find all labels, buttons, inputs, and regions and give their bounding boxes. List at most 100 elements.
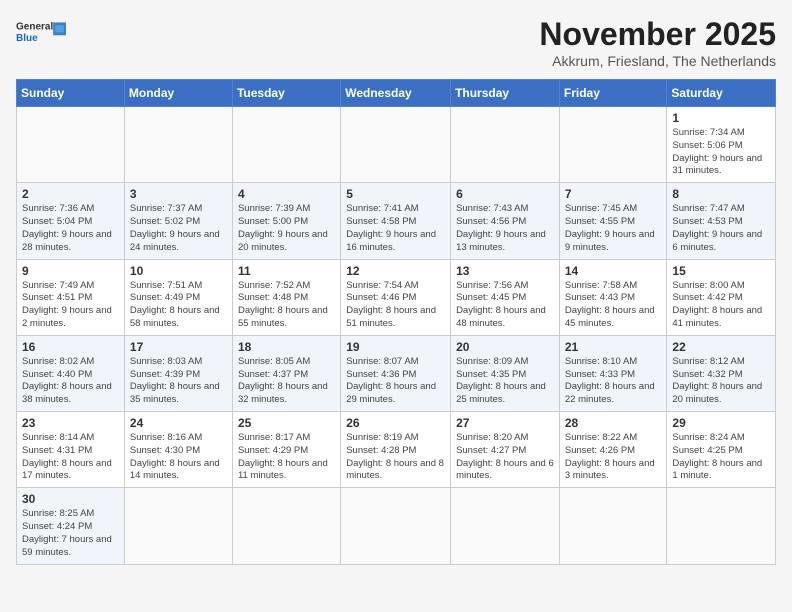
calendar-cell xyxy=(124,107,232,183)
calendar-cell: 25Sunrise: 8:17 AM Sunset: 4:29 PM Dayli… xyxy=(232,412,340,488)
day-info: Sunrise: 8:16 AM Sunset: 4:30 PM Dayligh… xyxy=(130,432,227,483)
day-info: Sunrise: 8:12 AM Sunset: 4:32 PM Dayligh… xyxy=(672,356,770,407)
day-info: Sunrise: 7:51 AM Sunset: 4:49 PM Dayligh… xyxy=(130,280,227,331)
calendar-cell xyxy=(451,107,560,183)
day-info: Sunrise: 8:22 AM Sunset: 4:26 PM Dayligh… xyxy=(565,432,662,483)
day-info: Sunrise: 7:54 AM Sunset: 4:46 PM Dayligh… xyxy=(346,280,445,331)
calendar-cell: 5 Sunrise: 7:41 AM Sunset: 4:58 PM Daylig… xyxy=(341,183,451,259)
day-info: Sunrise: 7:34 AM Sunset: 5:06 PM Dayligh… xyxy=(672,127,770,178)
day-info: Sunrise: 8:19 AM Sunset: 4:28 PM Dayligh… xyxy=(346,432,445,483)
weekday-header-saturday: Saturday xyxy=(667,80,776,107)
calendar-cell: 9Sunrise: 7:49 AM Sunset: 4:51 PM Daylig… xyxy=(17,259,125,335)
calendar-cell xyxy=(232,488,340,564)
calendar-cell xyxy=(451,488,560,564)
weekday-header-monday: Monday xyxy=(124,80,232,107)
calendar-cell: 29 Sunrise: 8:24 AM Sunset: 4:25 PM Dayli… xyxy=(667,412,776,488)
calendar-cell: 6 Sunrise: 7:43 AM Sunset: 4:56 PM Daylig… xyxy=(451,183,560,259)
calendar-cell: 20Sunrise: 8:09 AM Sunset: 4:35 PM Dayli… xyxy=(451,335,560,411)
calendar-week-row: 30 Sunrise: 8:25 AM Sunset: 4:24 PM Dayli… xyxy=(17,488,776,564)
day-info: Sunrise: 7:43 AM Sunset: 4:56 PM Dayligh… xyxy=(456,203,554,254)
day-number: 15 xyxy=(672,264,770,278)
calendar-cell: 14Sunrise: 7:58 AM Sunset: 4:43 PM Dayli… xyxy=(559,259,667,335)
day-number: 30 xyxy=(22,492,119,506)
day-info: Sunrise: 8:10 AM Sunset: 4:33 PM Dayligh… xyxy=(565,356,662,407)
svg-text:Blue: Blue xyxy=(16,33,38,44)
calendar-week-row: 1Sunrise: 7:34 AM Sunset: 5:06 PM Daylig… xyxy=(17,107,776,183)
calendar-cell: 21Sunrise: 8:10 AM Sunset: 4:33 PM Dayli… xyxy=(559,335,667,411)
calendar-cell xyxy=(559,488,667,564)
day-number: 28 xyxy=(565,416,662,430)
calendar-cell xyxy=(17,107,125,183)
day-info: Sunrise: 8:24 AM Sunset: 4:25 PM Dayligh… xyxy=(672,432,770,483)
day-number: 13 xyxy=(456,264,554,278)
day-number: 5 xyxy=(346,187,445,201)
calendar-cell: 1Sunrise: 7:34 AM Sunset: 5:06 PM Daylig… xyxy=(667,107,776,183)
day-info: Sunrise: 8:25 AM Sunset: 4:24 PM Dayligh… xyxy=(22,508,119,559)
calendar-cell: 7 Sunrise: 7:45 AM Sunset: 4:55 PM Daylig… xyxy=(559,183,667,259)
weekday-header-friday: Friday xyxy=(559,80,667,107)
calendar-cell: 18 Sunrise: 8:05 AM Sunset: 4:37 PM Dayli… xyxy=(232,335,340,411)
calendar-cell: 15 Sunrise: 8:00 AM Sunset: 4:42 PM Dayli… xyxy=(667,259,776,335)
calendar-cell: 16Sunrise: 8:02 AM Sunset: 4:40 PM Dayli… xyxy=(17,335,125,411)
calendar-cell xyxy=(124,488,232,564)
weekday-header-thursday: Thursday xyxy=(451,80,560,107)
day-info: Sunrise: 8:02 AM Sunset: 4:40 PM Dayligh… xyxy=(22,356,119,407)
day-number: 29 xyxy=(672,416,770,430)
calendar-cell: 28 Sunrise: 8:22 AM Sunset: 4:26 PM Dayli… xyxy=(559,412,667,488)
day-number: 18 xyxy=(238,340,335,354)
calendar-cell: 19 Sunrise: 8:07 AM Sunset: 4:36 PM Dayli… xyxy=(341,335,451,411)
calendar-cell: 30 Sunrise: 8:25 AM Sunset: 4:24 PM Dayli… xyxy=(17,488,125,564)
svg-text:General: General xyxy=(16,22,53,33)
calendar-week-row: 16Sunrise: 8:02 AM Sunset: 4:40 PM Dayli… xyxy=(17,335,776,411)
calendar-cell: 27Sunrise: 8:20 AM Sunset: 4:27 PM Dayli… xyxy=(451,412,560,488)
calendar-week-row: 23Sunrise: 8:14 AM Sunset: 4:31 PM Dayli… xyxy=(17,412,776,488)
calendar-cell: 24 Sunrise: 8:16 AM Sunset: 4:30 PM Dayli… xyxy=(124,412,232,488)
day-info: Sunrise: 8:07 AM Sunset: 4:36 PM Dayligh… xyxy=(346,356,445,407)
calendar-cell: 23Sunrise: 8:14 AM Sunset: 4:31 PM Dayli… xyxy=(17,412,125,488)
day-info: Sunrise: 7:45 AM Sunset: 4:55 PM Dayligh… xyxy=(565,203,662,254)
day-info: Sunrise: 7:47 AM Sunset: 4:53 PM Dayligh… xyxy=(672,203,770,254)
logo: General Blue xyxy=(16,16,66,46)
day-number: 12 xyxy=(346,264,445,278)
calendar-cell: 4 Sunrise: 7:39 AM Sunset: 5:00 PM Daylig… xyxy=(232,183,340,259)
day-info: Sunrise: 7:39 AM Sunset: 5:00 PM Dayligh… xyxy=(238,203,335,254)
weekday-header-sunday: Sunday xyxy=(17,80,125,107)
day-number: 11 xyxy=(238,264,335,278)
calendar-cell: 26Sunrise: 8:19 AM Sunset: 4:28 PM Dayli… xyxy=(341,412,451,488)
day-info: Sunrise: 8:05 AM Sunset: 4:37 PM Dayligh… xyxy=(238,356,335,407)
calendar-cell: 11 Sunrise: 7:52 AM Sunset: 4:48 PM Dayli… xyxy=(232,259,340,335)
day-number: 4 xyxy=(238,187,335,201)
calendar-cell xyxy=(559,107,667,183)
day-number: 8 xyxy=(672,187,770,201)
calendar-cell xyxy=(341,107,451,183)
day-info: Sunrise: 7:37 AM Sunset: 5:02 PM Dayligh… xyxy=(130,203,227,254)
day-number: 23 xyxy=(22,416,119,430)
month-title: November 2025 xyxy=(539,16,776,53)
calendar-cell xyxy=(232,107,340,183)
day-info: Sunrise: 7:56 AM Sunset: 4:45 PM Dayligh… xyxy=(456,280,554,331)
day-info: Sunrise: 8:00 AM Sunset: 4:42 PM Dayligh… xyxy=(672,280,770,331)
day-number: 10 xyxy=(130,264,227,278)
calendar-cell: 10 Sunrise: 7:51 AM Sunset: 4:49 PM Dayli… xyxy=(124,259,232,335)
day-number: 3 xyxy=(130,187,227,201)
calendar-week-row: 9Sunrise: 7:49 AM Sunset: 4:51 PM Daylig… xyxy=(17,259,776,335)
location-subtitle: Akkrum, Friesland, The Netherlands xyxy=(539,53,776,69)
day-number: 19 xyxy=(346,340,445,354)
day-number: 27 xyxy=(456,416,554,430)
day-number: 2 xyxy=(22,187,119,201)
day-number: 17 xyxy=(130,340,227,354)
day-info: Sunrise: 7:41 AM Sunset: 4:58 PM Dayligh… xyxy=(346,203,445,254)
calendar-cell: 12 Sunrise: 7:54 AM Sunset: 4:46 PM Dayli… xyxy=(341,259,451,335)
page-header: General Blue November 2025 Akkrum, Fries… xyxy=(16,16,776,69)
day-number: 24 xyxy=(130,416,227,430)
day-number: 25 xyxy=(238,416,335,430)
calendar-cell: 13 Sunrise: 7:56 AM Sunset: 4:45 PM Dayli… xyxy=(451,259,560,335)
day-number: 6 xyxy=(456,187,554,201)
calendar-cell: 22Sunrise: 8:12 AM Sunset: 4:32 PM Dayli… xyxy=(667,335,776,411)
day-number: 7 xyxy=(565,187,662,201)
day-info: Sunrise: 7:49 AM Sunset: 4:51 PM Dayligh… xyxy=(22,280,119,331)
calendar-cell: 8 Sunrise: 7:47 AM Sunset: 4:53 PM Daylig… xyxy=(667,183,776,259)
day-number: 14 xyxy=(565,264,662,278)
day-info: Sunrise: 7:52 AM Sunset: 4:48 PM Dayligh… xyxy=(238,280,335,331)
weekday-header-tuesday: Tuesday xyxy=(232,80,340,107)
